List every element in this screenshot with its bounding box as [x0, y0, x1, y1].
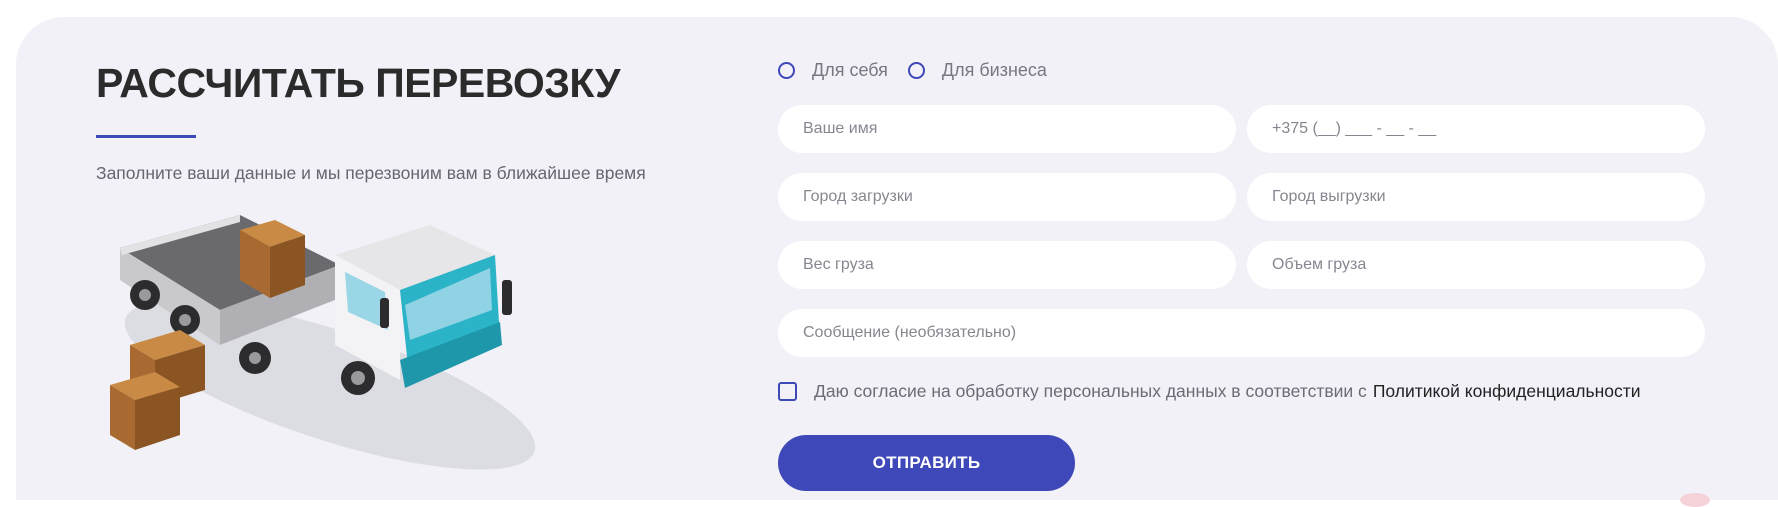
decorative-dot: [1680, 493, 1710, 507]
submit-button[interactable]: ОТПРАВИТЬ: [778, 435, 1075, 491]
cargo-weight-input[interactable]: [778, 241, 1236, 289]
radio-business[interactable]: Для бизнеса: [907, 60, 1047, 81]
privacy-policy-link[interactable]: Политикой конфиденциальности: [1373, 381, 1641, 402]
section-subtitle: Заполните ваши данные и мы перезвоним ва…: [96, 163, 646, 183]
title-underline: [96, 135, 196, 138]
unloading-city-input[interactable]: [1247, 173, 1705, 221]
truck-with-boxes-icon: [110, 215, 536, 470]
radio-business-label: Для бизнеса: [941, 60, 1047, 80]
cargo-volume-input[interactable]: [1247, 241, 1705, 289]
message-input[interactable]: [778, 309, 1705, 357]
page-title: РАССЧИТАТЬ ПЕРЕВОЗКУ: [96, 60, 620, 106]
customer-type-radio-group: Для себя Для бизнеса: [778, 60, 1067, 81]
loading-city-input[interactable]: [778, 173, 1236, 221]
consent-row: Даю согласие на обработку персональных д…: [778, 381, 1641, 402]
consent-text: Даю согласие на обработку персональных д…: [814, 381, 1367, 401]
radio-personal[interactable]: Для себя: [778, 60, 888, 81]
name-input[interactable]: [778, 105, 1236, 153]
consent-checkbox[interactable]: [778, 382, 797, 401]
phone-input[interactable]: [1247, 105, 1705, 153]
radio-personal-label: Для себя: [812, 60, 888, 80]
radio-circle-icon[interactable]: [907, 62, 925, 79]
radio-circle-icon[interactable]: [778, 62, 795, 79]
